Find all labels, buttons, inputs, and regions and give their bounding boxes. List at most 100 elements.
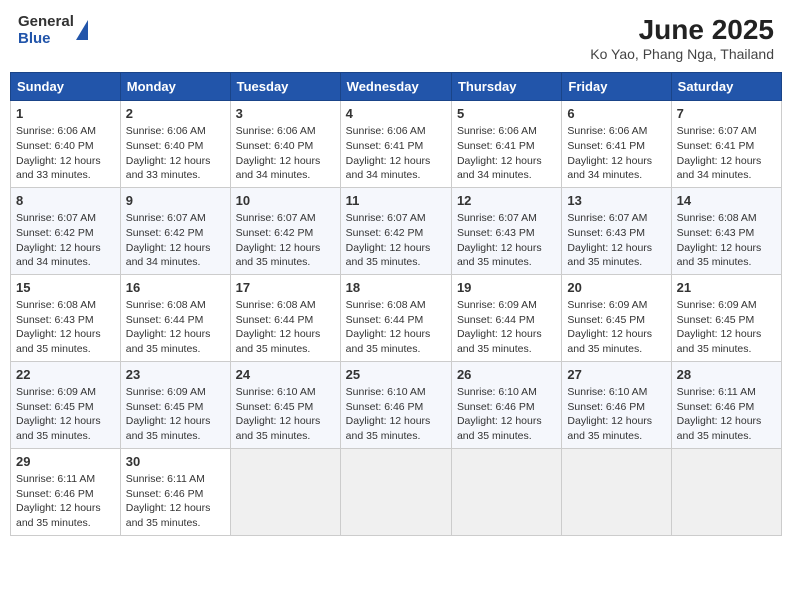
- day-number: 3: [236, 105, 335, 123]
- day-number: 29: [16, 453, 115, 471]
- calendar-cell: 1Sunrise: 6:06 AMSunset: 6:40 PMDaylight…: [11, 101, 121, 188]
- sunrise-text: Sunrise: 6:07 AM: [126, 212, 206, 224]
- day-header-tuesday: Tuesday: [230, 73, 340, 101]
- sunset-text: Sunset: 6:41 PM: [677, 140, 755, 152]
- sunrise-text: Sunrise: 6:10 AM: [236, 386, 316, 398]
- sunrise-text: Sunrise: 6:09 AM: [126, 386, 206, 398]
- calendar-cell: 30Sunrise: 6:11 AMSunset: 6:46 PMDayligh…: [120, 448, 230, 535]
- day-number: 8: [16, 192, 115, 210]
- day-number: 16: [126, 279, 225, 297]
- daylight-text: Daylight: 12 hours and 35 minutes.: [567, 328, 652, 355]
- day-number: 18: [346, 279, 446, 297]
- daylight-text: Daylight: 12 hours and 35 minutes.: [677, 328, 762, 355]
- sunset-text: Sunset: 6:46 PM: [677, 401, 755, 413]
- calendar-cell: 12Sunrise: 6:07 AMSunset: 6:43 PMDayligh…: [451, 187, 561, 274]
- sunrise-text: Sunrise: 6:06 AM: [16, 125, 96, 137]
- sunrise-text: Sunrise: 6:11 AM: [677, 386, 756, 398]
- sunset-text: Sunset: 6:42 PM: [126, 227, 204, 239]
- calendar-cell: 7Sunrise: 6:07 AMSunset: 6:41 PMDaylight…: [671, 101, 781, 188]
- calendar-cell: 8Sunrise: 6:07 AMSunset: 6:42 PMDaylight…: [11, 187, 121, 274]
- logo-general: General: [18, 14, 74, 31]
- day-header-thursday: Thursday: [451, 73, 561, 101]
- daylight-text: Daylight: 12 hours and 35 minutes.: [236, 415, 321, 442]
- sunset-text: Sunset: 6:41 PM: [567, 140, 645, 152]
- logo-text: General Blue: [18, 14, 74, 47]
- day-number: 7: [677, 105, 776, 123]
- daylight-text: Daylight: 12 hours and 35 minutes.: [16, 415, 101, 442]
- calendar-cell: 23Sunrise: 6:09 AMSunset: 6:45 PMDayligh…: [120, 361, 230, 448]
- daylight-text: Daylight: 12 hours and 34 minutes.: [16, 242, 101, 269]
- sunset-text: Sunset: 6:43 PM: [567, 227, 645, 239]
- sunset-text: Sunset: 6:45 PM: [126, 401, 204, 413]
- daylight-text: Daylight: 12 hours and 35 minutes.: [346, 242, 431, 269]
- calendar-cell: 25Sunrise: 6:10 AMSunset: 6:46 PMDayligh…: [340, 361, 451, 448]
- calendar-week-2: 8 Sunrise: 6:07 AM Sunset: 6:42 PM Daylight…: [11, 187, 782, 274]
- sunrise-text: Sunrise: 6:06 AM: [236, 125, 316, 137]
- day-number: 26: [457, 366, 556, 384]
- daylight-text: Daylight: 12 hours and 34 minutes.: [126, 242, 211, 269]
- logo-blue: Blue: [18, 31, 74, 48]
- calendar-cell: 16Sunrise: 6:08 AMSunset: 6:44 PMDayligh…: [120, 274, 230, 361]
- daylight-text: Daylight: 12 hours and 35 minutes.: [126, 328, 211, 355]
- calendar-cell: 26Sunrise: 6:10 AMSunset: 6:46 PMDayligh…: [451, 361, 561, 448]
- page-header: General Blue June 2025 Ko Yao, Phang Nga…: [10, 10, 782, 66]
- day-number: 14: [677, 192, 776, 210]
- sunrise-text: Sunrise: 6:06 AM: [567, 125, 647, 137]
- day-number: 2: [126, 105, 225, 123]
- sunset-text: Sunset: 6:41 PM: [346, 140, 424, 152]
- day-number: 30: [126, 453, 225, 471]
- daylight-text: Daylight: 12 hours and 35 minutes.: [236, 242, 321, 269]
- title-block: June 2025 Ko Yao, Phang Nga, Thailand: [590, 14, 774, 62]
- logo: General Blue: [18, 14, 88, 47]
- sunset-text: Sunset: 6:43 PM: [457, 227, 535, 239]
- day-number: 28: [677, 366, 776, 384]
- daylight-text: Daylight: 12 hours and 35 minutes.: [567, 242, 652, 269]
- daylight-text: Daylight: 12 hours and 35 minutes.: [457, 242, 542, 269]
- sunset-text: Sunset: 6:42 PM: [346, 227, 424, 239]
- day-number: 27: [567, 366, 665, 384]
- calendar-week-4: 22Sunrise: 6:09 AMSunset: 6:45 PMDayligh…: [11, 361, 782, 448]
- calendar-cell: [562, 448, 671, 535]
- day-number: 15: [16, 279, 115, 297]
- sunset-text: Sunset: 6:40 PM: [236, 140, 314, 152]
- daylight-text: Daylight: 12 hours and 35 minutes.: [677, 242, 762, 269]
- calendar-cell: 10Sunrise: 6:07 AMSunset: 6:42 PMDayligh…: [230, 187, 340, 274]
- daylight-text: Daylight: 12 hours and 35 minutes.: [236, 328, 321, 355]
- sunrise-text: Sunrise: 6:07 AM: [346, 212, 426, 224]
- calendar-cell: 21Sunrise: 6:09 AMSunset: 6:45 PMDayligh…: [671, 274, 781, 361]
- sunrise-text: Sunrise: 6:08 AM: [346, 299, 426, 311]
- calendar-cell: 20Sunrise: 6:09 AMSunset: 6:45 PMDayligh…: [562, 274, 671, 361]
- day-number: 13: [567, 192, 665, 210]
- day-number: 23: [126, 366, 225, 384]
- sunrise-text: Sunrise: 6:11 AM: [126, 473, 205, 485]
- calendar-cell: 29Sunrise: 6:11 AMSunset: 6:46 PMDayligh…: [11, 448, 121, 535]
- sunrise-text: Sunrise: 6:09 AM: [677, 299, 757, 311]
- calendar-cell: [451, 448, 561, 535]
- day-number: 5: [457, 105, 556, 123]
- sunrise-text: Sunrise: 6:07 AM: [16, 212, 96, 224]
- day-number: 17: [236, 279, 335, 297]
- daylight-text: Daylight: 12 hours and 35 minutes.: [16, 328, 101, 355]
- daylight-text: Daylight: 12 hours and 34 minutes.: [457, 155, 542, 182]
- daylight-text: Daylight: 12 hours and 34 minutes.: [346, 155, 431, 182]
- day-number: 25: [346, 366, 446, 384]
- sunrise-text: Sunrise: 6:06 AM: [457, 125, 537, 137]
- sunset-text: Sunset: 6:46 PM: [346, 401, 424, 413]
- day-number: 9: [126, 192, 225, 210]
- calendar-cell: 19Sunrise: 6:09 AMSunset: 6:44 PMDayligh…: [451, 274, 561, 361]
- calendar-cell: 4Sunrise: 6:06 AMSunset: 6:41 PMDaylight…: [340, 101, 451, 188]
- day-header-sunday: Sunday: [11, 73, 121, 101]
- day-header-monday: Monday: [120, 73, 230, 101]
- sunset-text: Sunset: 6:42 PM: [236, 227, 314, 239]
- calendar-cell: [671, 448, 781, 535]
- sunset-text: Sunset: 6:45 PM: [16, 401, 94, 413]
- sunset-text: Sunset: 6:43 PM: [16, 314, 94, 326]
- calendar-cell: 6Sunrise: 6:06 AMSunset: 6:41 PMDaylight…: [562, 101, 671, 188]
- sunrise-text: Sunrise: 6:06 AM: [346, 125, 426, 137]
- sunrise-text: Sunrise: 6:07 AM: [457, 212, 537, 224]
- calendar-cell: 9 Sunrise: 6:07 AM Sunset: 6:42 PM Daylight…: [120, 187, 230, 274]
- day-header-saturday: Saturday: [671, 73, 781, 101]
- calendar-cell: 5Sunrise: 6:06 AMSunset: 6:41 PMDaylight…: [451, 101, 561, 188]
- calendar-cell: 18Sunrise: 6:08 AMSunset: 6:44 PMDayligh…: [340, 274, 451, 361]
- daylight-text: Daylight: 12 hours and 35 minutes.: [346, 328, 431, 355]
